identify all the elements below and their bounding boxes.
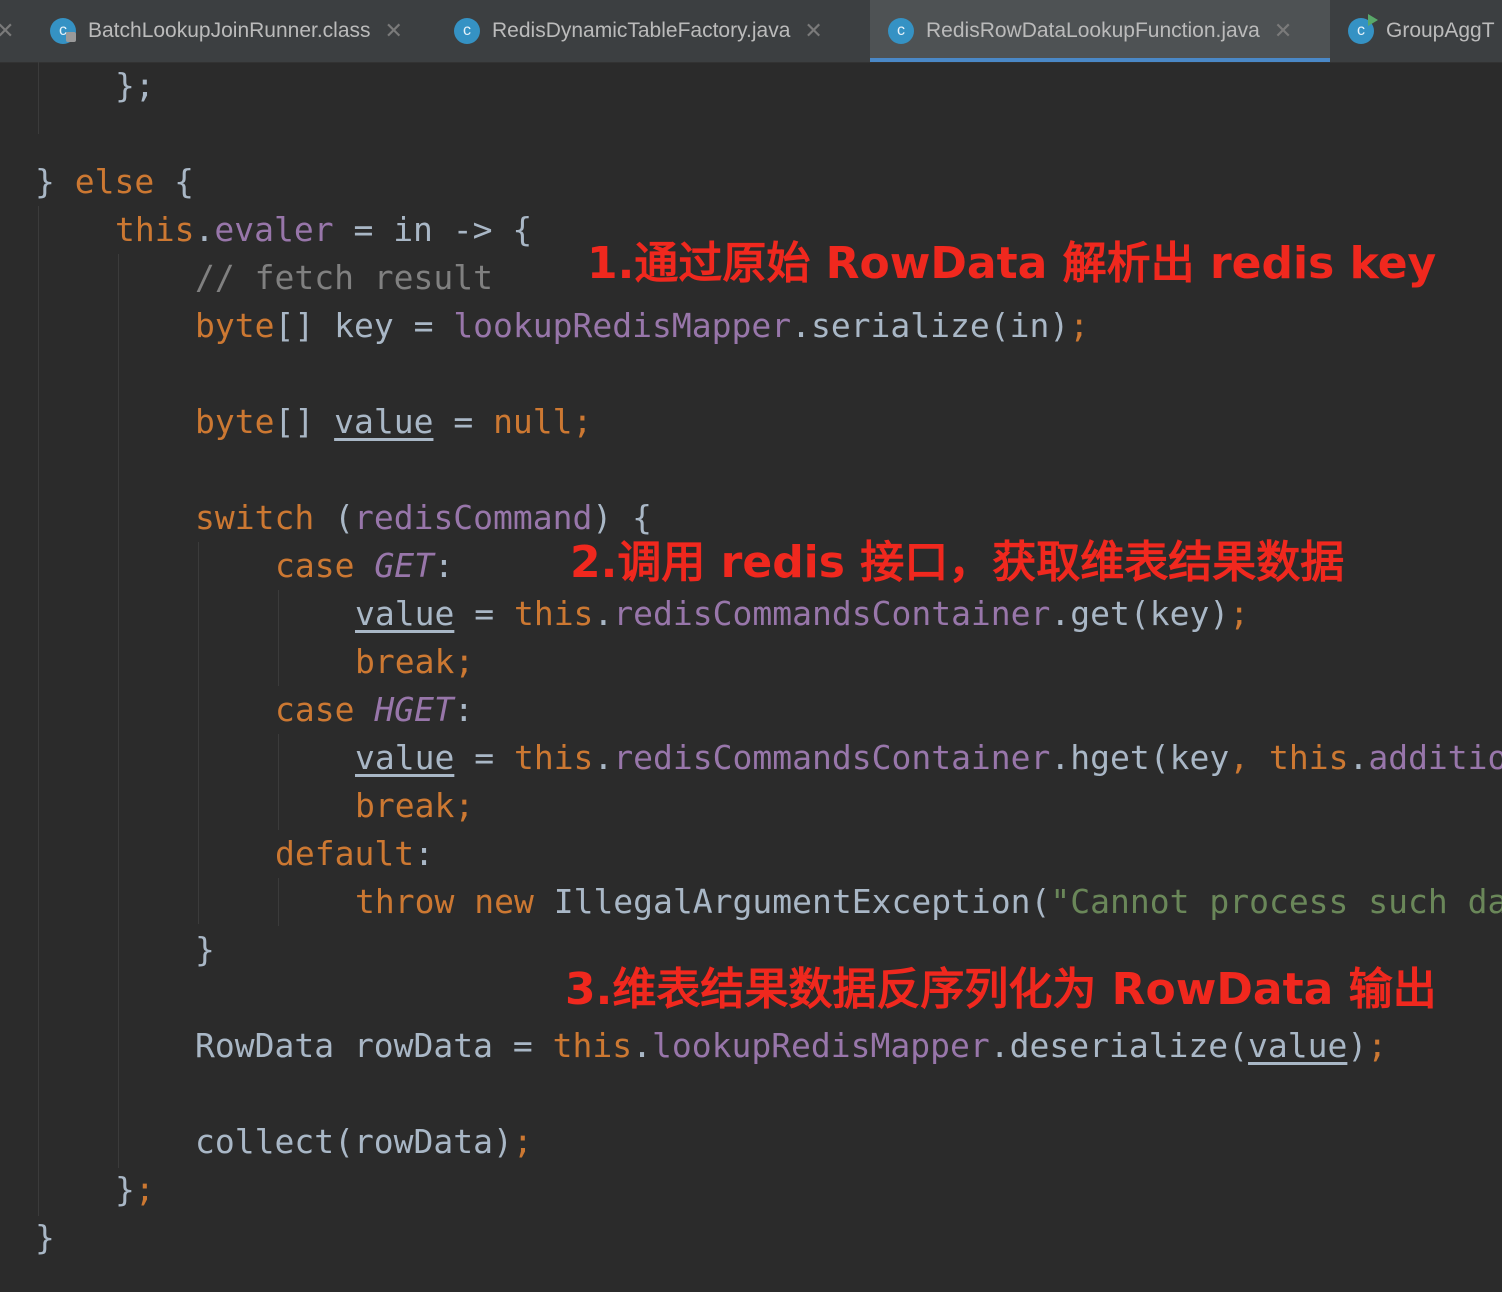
code-line: case GET: [275,546,454,585]
indent-guide [278,734,279,830]
class-locked-icon: c [50,18,76,44]
indent-guide [278,590,279,686]
indent-guide [38,62,39,134]
indent-guide [118,254,119,1168]
tab-label: RedisRowDataLookupFunction.java [926,19,1260,42]
code-line: break; [355,642,475,681]
code-line: value = this.redisCommandsContainer.hget… [355,738,1502,777]
tab-label: BatchLookupJoinRunner.class [88,19,371,42]
code-line: case HGET: [275,690,474,729]
tab-label: RedisDynamicTableFactory.java [492,19,791,42]
editor-tab-bar: ✕ c BatchLookupJoinRunner.class ✕ c Redi… [0,0,1502,63]
code-line: RowData rowData = this.lookupRedisMapper… [195,1026,1388,1065]
tab-redis-dynamic-table-factory[interactable]: c RedisDynamicTableFactory.java ✕ [454,0,864,62]
class-run-icon: c [1348,14,1378,44]
code-line: value = this.redisCommandsContainer.get(… [355,594,1250,633]
class-icon: c [454,18,480,44]
code-line: // fetch result [195,258,494,297]
close-icon[interactable]: ✕ [0,18,14,44]
close-icon[interactable]: ✕ [804,18,822,44]
code-line: byte[] key = lookupRedisMapper.serialize… [195,306,1090,345]
code-line: } [35,1218,55,1257]
code-line: default: [275,834,434,873]
code-line: this.evaler = in -> { [115,210,533,249]
annotation-step2: 2.调用 redis 接口，获取维表结果数据 [570,537,1345,588]
code-line: } [195,930,215,969]
code-line: }; [115,66,155,105]
indent-guide [198,542,199,924]
tab-redis-row-data-lookup-function[interactable]: c RedisRowDataLookupFunction.java ✕ [870,0,1330,62]
close-icon[interactable]: ✕ [385,18,403,44]
code-line: break; [355,786,475,825]
annotation-step1: 1.通过原始 RowData 解析出 redis key [587,238,1437,289]
indent-guide [278,878,279,926]
tab-batch-lookup-join-runner[interactable]: c BatchLookupJoinRunner.class ✕ [46,0,438,62]
indent-guide [38,206,39,1216]
code-line: }; [115,1170,155,1209]
tab-label: GroupAggT [1386,19,1495,42]
annotation-step3: 3.维表结果数据反序列化为 RowData 输出 [565,964,1437,1015]
code-line: byte[] value = null; [195,402,593,441]
close-icon[interactable]: ✕ [1274,18,1292,44]
code-line: } else { [35,162,194,201]
code-line: throw new IllegalArgumentException("Cann… [355,882,1502,921]
class-icon: c [888,18,914,44]
tab-group-agg[interactable]: c GroupAggT [1348,0,1502,62]
code-line: collect(rowData); [195,1122,533,1161]
